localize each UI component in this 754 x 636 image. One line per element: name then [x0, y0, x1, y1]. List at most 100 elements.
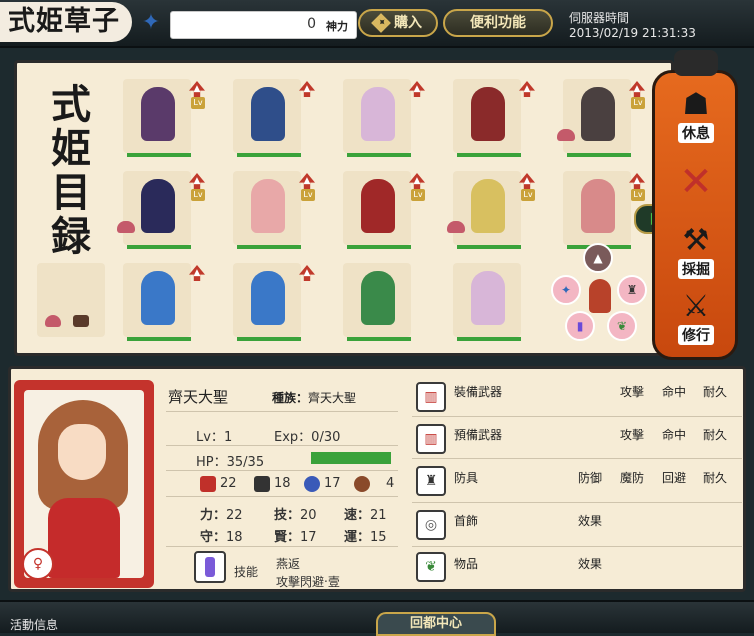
armor-slot[interactable]: ♜ — [416, 466, 446, 496]
leaf-icon: ❦ — [425, 559, 437, 575]
item-slot[interactable]: ❦ — [416, 552, 446, 582]
shield-value: 17 — [324, 476, 341, 491]
ring-icon: ◎ — [424, 517, 438, 533]
race-field: 種族：齊天大聖 — [272, 389, 356, 406]
hp-bar — [127, 153, 191, 157]
weapon-slot[interactable]: ▥ — [416, 382, 446, 412]
empty-slot[interactable] — [37, 263, 105, 337]
character-sprite — [361, 179, 395, 233]
hp-field: HP：35/35 — [196, 455, 265, 470]
guard-field: 守：18 — [200, 530, 243, 545]
shikihime-slot[interactable] — [453, 263, 521, 341]
level-value: 1 — [223, 430, 233, 445]
spare-weapon-label: 預備武器 — [454, 428, 503, 442]
rarity-badge: ♀ — [22, 548, 54, 580]
upgrade-arrow-icon: ▲ — [519, 81, 535, 97]
skill-description: 攻擊閃避‧壹 — [276, 575, 340, 589]
character-sprite — [361, 271, 395, 325]
scroll-cap — [674, 50, 718, 76]
level-icon: Lv — [631, 189, 645, 201]
character-name: 齊天大聖 — [168, 388, 229, 406]
upgrade-arrow-icon: ▲ — [189, 81, 205, 97]
spare-weapon-slot[interactable]: ▥ — [416, 424, 446, 454]
cross-icon: ✕ — [679, 159, 713, 205]
weapon-icon: ▥ — [424, 389, 438, 405]
hp-bar — [237, 245, 301, 249]
shikihime-slot[interactable]: ▲ Lv — [447, 171, 535, 249]
shikihime-slot[interactable]: ▲ Lv — [233, 171, 315, 249]
potion-icon[interactable]: ▮ — [565, 311, 595, 341]
upgrade-arrow-icon: ▲ — [299, 265, 315, 281]
chest-icon — [73, 315, 89, 327]
shuriken-icon[interactable]: ✦ — [138, 10, 164, 36]
level-icon: Lv — [191, 97, 205, 109]
level-field: Lv：1 — [196, 430, 233, 445]
sword-icon: ⚔ — [682, 289, 710, 324]
buy-button[interactable]: ✦ 購入 — [358, 9, 438, 37]
item-label: 物品 — [454, 557, 479, 571]
hp-bar — [237, 337, 301, 341]
shikihime-slot[interactable]: ▲ Lv — [563, 171, 645, 249]
selected-shikihime[interactable] — [585, 275, 615, 315]
shikihime-slot[interactable]: ▲ Lv — [123, 79, 205, 157]
rest-icon: ☗ — [682, 87, 710, 122]
gather-label: 採掘 — [678, 259, 714, 279]
character-sprite — [471, 271, 505, 325]
dismiss-button[interactable]: ✕ — [661, 157, 731, 219]
accessory-slot[interactable]: ◎ — [416, 510, 446, 540]
activity-info[interactable]: 活動信息 — [10, 616, 58, 633]
character-sprite — [581, 179, 615, 233]
skill-name: 燕返 — [276, 557, 301, 571]
luck-value: 15 — [370, 530, 387, 545]
leaf-icon[interactable]: ❦ — [607, 311, 637, 341]
shikihime-slot[interactable]: ▲ — [233, 79, 315, 157]
hp-bar — [347, 337, 411, 341]
shikihime-slot[interactable]: ▲ Lv — [557, 79, 645, 157]
pickaxe-icon: ⚒ — [682, 223, 710, 258]
shikihime-slot[interactable]: ▲ Lv — [343, 171, 425, 249]
strength-value: 22 — [226, 508, 243, 523]
helmet-icon — [254, 476, 270, 492]
guild-center-button[interactable]: 回都中心 — [376, 612, 496, 636]
shikihime-slot[interactable]: ▲ — [343, 79, 425, 157]
shikihime-slot[interactable]: ▲ Lv — [117, 171, 205, 249]
strength-field: 力：22 — [200, 508, 243, 523]
armor-icon[interactable]: ♜ — [617, 275, 647, 305]
rest-label: 休息 — [678, 123, 714, 143]
character-sprite — [361, 87, 395, 141]
upgrade-arrow-icon: ▲ — [189, 265, 205, 281]
speed-value: 21 — [370, 508, 387, 523]
shuriken-icon[interactable]: ✦ — [551, 275, 581, 305]
weapon-label: 裝備武器 — [454, 385, 503, 399]
shikihime-slot[interactable]: ▲ — [123, 263, 205, 341]
hp-bar — [457, 337, 521, 341]
character-sprite — [471, 179, 505, 233]
train-label: 修行 — [678, 325, 714, 345]
upgrade-arrow-icon: ▲ — [629, 173, 645, 189]
train-button[interactable]: ⚔ 修行 — [661, 289, 731, 351]
shikihime-slot[interactable]: ▲ — [233, 263, 315, 341]
utility-button[interactable]: 便利功能 — [443, 9, 553, 37]
wisdom-field: 賢：17 — [274, 530, 317, 545]
potion-icon — [205, 557, 215, 577]
skill-slot[interactable] — [194, 551, 226, 583]
character-sprite — [471, 87, 505, 141]
diamond-icon: ✦ — [371, 13, 391, 33]
shikihime-slot[interactable] — [343, 263, 411, 341]
hp-bar — [567, 153, 631, 157]
pet-icon — [45, 315, 61, 327]
technique-field: 技：20 — [274, 508, 317, 523]
shield-icon — [304, 476, 320, 492]
defense-value: 18 — [274, 476, 291, 491]
side-menu: ☗ 休息 ✕ ⚒ 採掘 ⚔ 修行 — [652, 70, 738, 360]
hp-bar — [347, 153, 411, 157]
rest-button[interactable]: ☗ 休息 — [661, 87, 731, 149]
upgrade-icon[interactable]: ▲ — [583, 243, 613, 273]
upgrade-arrow-icon: ▲ — [629, 81, 645, 97]
level-icon: Lv — [631, 97, 645, 109]
gather-button[interactable]: ⚒ 採掘 — [661, 223, 731, 285]
shikihime-slot[interactable]: ▲ — [453, 79, 535, 157]
points-unit: 神力 — [326, 20, 348, 33]
character-sprite — [141, 271, 175, 325]
level-icon: Lv — [411, 189, 425, 201]
